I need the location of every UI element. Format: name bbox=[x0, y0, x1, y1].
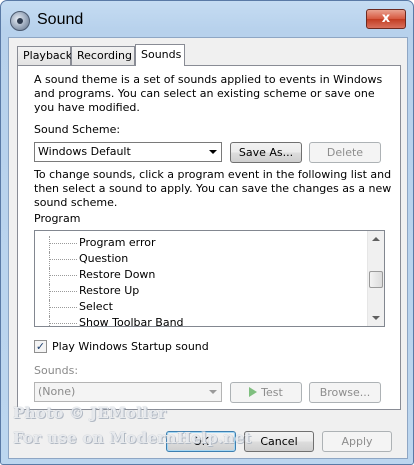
list-scrollbar[interactable] bbox=[367, 231, 384, 326]
sounds-value: (None) bbox=[38, 385, 76, 398]
speaker-icon bbox=[10, 11, 30, 31]
list-item[interactable]: Select bbox=[35, 299, 365, 316]
startup-sound-checkbox[interactable]: ✓ bbox=[34, 340, 47, 353]
watermark-line-2: For use on ModernHelp.net bbox=[13, 429, 252, 447]
play-icon bbox=[249, 387, 258, 397]
list-item-label: Show Toolbar Band bbox=[79, 316, 184, 327]
list-item[interactable]: Question bbox=[35, 251, 365, 268]
program-events-list[interactable]: Program error Question Restore Down Rest… bbox=[34, 230, 385, 327]
tab-sounds[interactable]: Sounds bbox=[135, 44, 185, 66]
list-item-label: Restore Down bbox=[79, 268, 156, 281]
program-label: Program bbox=[34, 212, 81, 225]
list-item-label: Question bbox=[79, 252, 129, 265]
tab-recording[interactable]: Recording bbox=[71, 46, 135, 65]
dialog-client-area: Playback Recording Sounds A sound theme … bbox=[8, 37, 408, 459]
scheme-label: Sound Scheme: bbox=[34, 123, 121, 136]
test-button[interactable]: Test bbox=[230, 382, 302, 403]
sounds-dropdown[interactable]: (None) bbox=[34, 382, 222, 402]
scheme-dropdown[interactable]: Windows Default bbox=[34, 142, 222, 162]
tree-line bbox=[49, 300, 77, 316]
sounds-label: Sounds: bbox=[34, 364, 79, 377]
list-item[interactable]: Show Toolbar Band bbox=[35, 315, 365, 327]
intro-text: A sound theme is a set of sounds applied… bbox=[34, 73, 383, 114]
scroll-up-icon[interactable] bbox=[368, 231, 384, 248]
cancel-button[interactable]: Cancel bbox=[244, 431, 314, 452]
save-as-button[interactable]: Save As... bbox=[230, 142, 302, 163]
watermark-line-1: Photo © JEMoller bbox=[13, 404, 167, 422]
list-item-label: Restore Up bbox=[79, 284, 140, 297]
tree-line bbox=[49, 252, 77, 268]
list-item-label: Program error bbox=[79, 236, 156, 249]
apply-button[interactable]: Apply bbox=[322, 431, 392, 452]
list-item-label: Select bbox=[79, 300, 113, 313]
tree-line bbox=[49, 316, 77, 326]
list-item[interactable]: Restore Up bbox=[35, 283, 365, 300]
test-label: Test bbox=[261, 386, 283, 399]
scheme-value: Windows Default bbox=[38, 145, 131, 158]
close-button[interactable]: x bbox=[366, 9, 406, 29]
tree-line bbox=[49, 284, 77, 300]
chevron-down-icon bbox=[209, 150, 217, 154]
change-help-text: To change sounds, click a program event … bbox=[34, 168, 392, 209]
chevron-down-icon bbox=[209, 390, 217, 394]
list-item[interactable]: Restore Down bbox=[35, 267, 365, 284]
tree-line bbox=[49, 236, 77, 252]
list-item[interactable]: Program error bbox=[35, 235, 365, 252]
browse-button[interactable]: Browse... bbox=[309, 382, 381, 403]
scroll-down-icon[interactable] bbox=[368, 309, 384, 326]
tree-line bbox=[49, 268, 77, 284]
sounds-tab-panel: A sound theme is a set of sounds applied… bbox=[17, 65, 401, 410]
title-bar[interactable]: Sound x bbox=[1, 1, 413, 41]
sound-dialog: Sound x Playback Recording Sounds A soun… bbox=[0, 0, 414, 465]
window-title: Sound bbox=[37, 11, 84, 28]
tab-playback[interactable]: Playback bbox=[17, 46, 72, 65]
startup-sound-label[interactable]: Play Windows Startup sound bbox=[52, 340, 209, 354]
scrollbar-thumb[interactable] bbox=[369, 271, 383, 288]
delete-button[interactable]: Delete bbox=[309, 142, 381, 163]
